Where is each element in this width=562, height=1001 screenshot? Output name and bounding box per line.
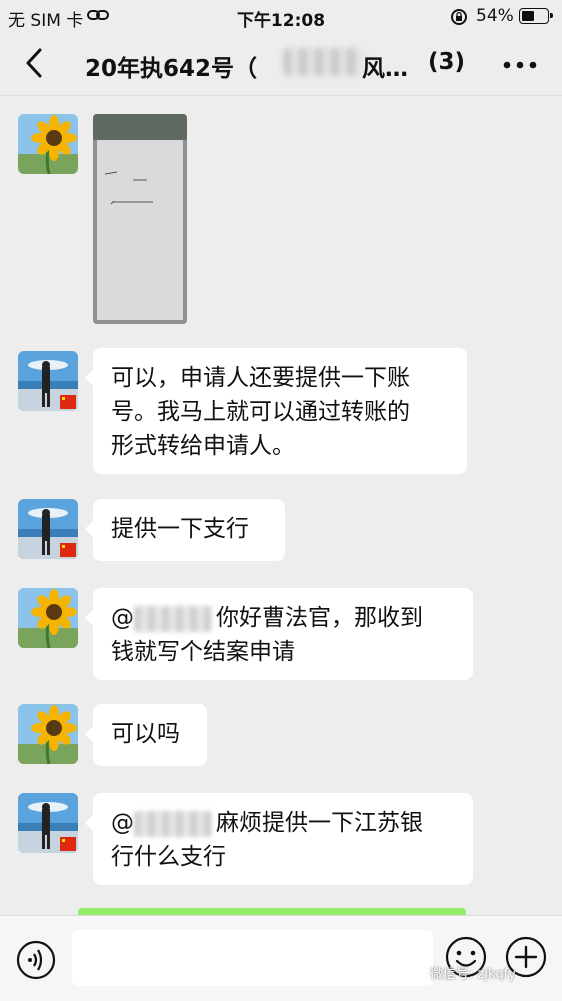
avatar-person[interactable] xyxy=(18,793,78,853)
avatar-sunflower[interactable] xyxy=(18,704,78,764)
redacted-mention xyxy=(134,810,212,837)
mention-at: @ xyxy=(111,810,134,836)
message-line: 号。我马上就可以通过转账的 xyxy=(111,399,410,425)
message-bubble[interactable]: 可以，申请人还要提供一下账 号。我马上就可以通过转账的 形式转给申请人。 xyxy=(85,348,467,474)
message-line: 可以吗 xyxy=(111,721,180,747)
mention-at: @ xyxy=(111,605,134,631)
message-bubble[interactable]: @ 麻烦提供一下江苏银 行什么支行 xyxy=(85,793,473,885)
message-bubble[interactable]: 可以吗 xyxy=(85,704,207,766)
message-line: 钱就写个结案申请 xyxy=(111,639,295,665)
status-bar: 无 SIM 卡 下午12:08 54% xyxy=(0,0,562,32)
avatar-sunflower[interactable] xyxy=(18,588,78,648)
voice-icon[interactable] xyxy=(16,940,56,980)
message-input[interactable] xyxy=(72,930,433,986)
battery-icon xyxy=(519,8,553,24)
lock-rotation-icon xyxy=(451,9,467,25)
message-bubble[interactable]: @ 你好曹法官，那收到 钱就写个结案申请 xyxy=(85,588,473,680)
message-line: 可以，申请人还要提供一下账 xyxy=(111,365,410,391)
message-list: 可以，申请人还要提供一下账 号。我马上就可以通过转账的 形式转给申请人。 提供一… xyxy=(0,95,562,916)
input-bar xyxy=(0,915,562,1001)
chat-header: 20年执642号（ 风… (3) xyxy=(0,32,562,94)
chat-title: 20年执642号（ xyxy=(85,56,258,82)
avatar-person[interactable] xyxy=(18,351,78,411)
battery-percent: 54% xyxy=(476,6,514,26)
message-line: 提供一下支行 xyxy=(111,516,249,542)
chat-title-suffix: 风… xyxy=(362,56,408,82)
message-bubble[interactable]: 提供一下支行 xyxy=(85,499,285,561)
avatar-sunflower[interactable] xyxy=(18,114,78,174)
message-line: @ 你好曹法官，那收到 xyxy=(111,605,423,632)
message-line: 形式转给申请人。 xyxy=(111,433,295,459)
redacted-mention xyxy=(134,605,212,632)
watermark: 微信号: zjkqfy xyxy=(430,967,516,982)
redacted-name xyxy=(283,48,363,76)
message-line: @ 麻烦提供一下江苏银 xyxy=(111,810,423,837)
more-icon[interactable] xyxy=(503,61,537,69)
message-line: 行什么支行 xyxy=(111,844,226,870)
image-message[interactable] xyxy=(93,114,187,324)
back-icon[interactable] xyxy=(20,46,50,80)
member-count: (3) xyxy=(428,49,466,75)
avatar-person[interactable] xyxy=(18,499,78,559)
